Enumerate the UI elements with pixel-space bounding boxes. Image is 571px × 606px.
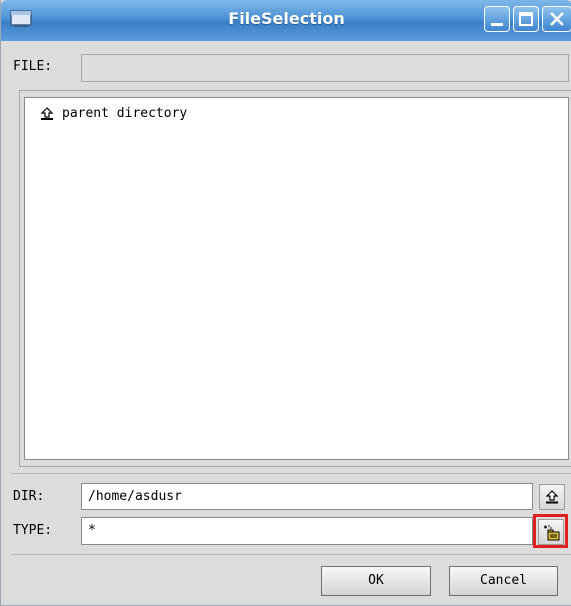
divider: [11, 473, 571, 474]
divider: [11, 554, 571, 555]
close-icon: [550, 12, 564, 26]
type-label: TYPE:: [13, 523, 53, 538]
maximize-icon: [519, 12, 533, 26]
file-list[interactable]: parent directory: [24, 97, 569, 460]
file-label: FILE:: [13, 59, 53, 74]
type-filter-input[interactable]: *: [81, 517, 533, 545]
parent-directory-icon: [545, 490, 559, 504]
maximize-button[interactable]: [513, 6, 539, 32]
new-folder-icon: [544, 525, 560, 541]
list-item-label: parent directory: [62, 106, 188, 121]
file-selection-window: FileSelection FILE: parent directory DIR…: [0, 0, 571, 606]
title-bar[interactable]: FileSelection: [1, 0, 571, 41]
minimize-icon: [491, 23, 503, 26]
new-folder-button[interactable]: [538, 519, 564, 545]
minimize-button[interactable]: [484, 6, 510, 32]
ok-button[interactable]: OK: [321, 566, 431, 596]
cancel-button[interactable]: Cancel: [449, 566, 558, 596]
list-item-parent-directory[interactable]: parent directory: [40, 105, 187, 123]
dir-label: DIR:: [13, 489, 45, 504]
directory-input[interactable]: /home/asdusr: [81, 483, 533, 510]
up-arrow-icon: [40, 105, 56, 127]
parent-directory-button[interactable]: [539, 484, 565, 510]
file-name-input[interactable]: [81, 54, 569, 82]
close-button[interactable]: [542, 6, 571, 32]
